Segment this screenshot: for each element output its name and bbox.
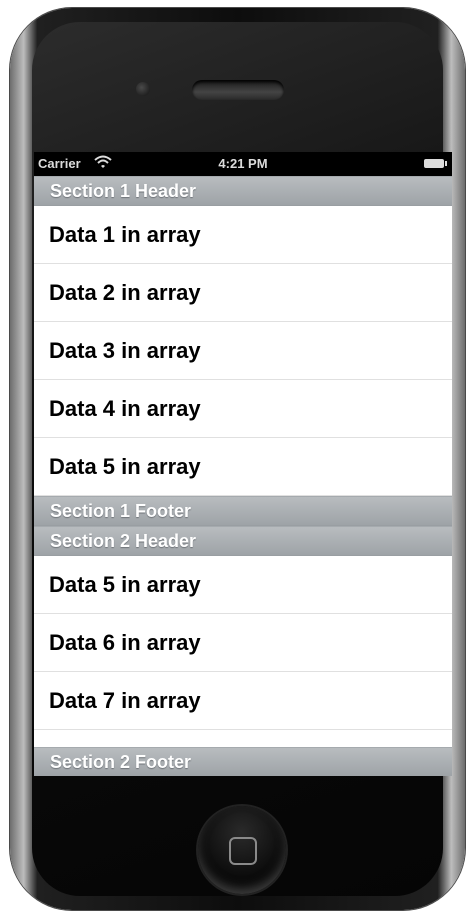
status-bar: Carrier 4:21 PM [34, 152, 452, 176]
section-header: Section 1 Header [34, 176, 452, 206]
table-row[interactable]: Data 4 in array [34, 380, 452, 438]
table-row[interactable]: Data 6 in array [34, 614, 452, 672]
battery-icon [424, 159, 447, 168]
table-row[interactable]: Data 3 in array [34, 322, 452, 380]
table-row[interactable]: Data 5 in array [34, 438, 452, 496]
home-button[interactable] [198, 806, 286, 894]
table-row[interactable]: Data 1 in array [34, 206, 452, 264]
camera-icon [136, 82, 150, 96]
section-header: Section 2 Header [34, 526, 452, 556]
table-row[interactable]: Data 7 in array [34, 672, 452, 730]
screen: Carrier 4:21 PM Section 1 Header Data 1 … [34, 152, 452, 776]
table-view[interactable]: Section 1 Header Data 1 in array Data 2 … [34, 176, 452, 776]
section-footer: Section 1 Footer [34, 496, 452, 526]
speaker-grille [192, 80, 284, 100]
table-row[interactable]: Data 5 in array [34, 556, 452, 614]
home-button-icon [229, 837, 257, 865]
section-footer-floating: Section 2 Footer [34, 747, 452, 776]
table-row[interactable]: Data 2 in array [34, 264, 452, 322]
clock: 4:21 PM [218, 156, 268, 171]
